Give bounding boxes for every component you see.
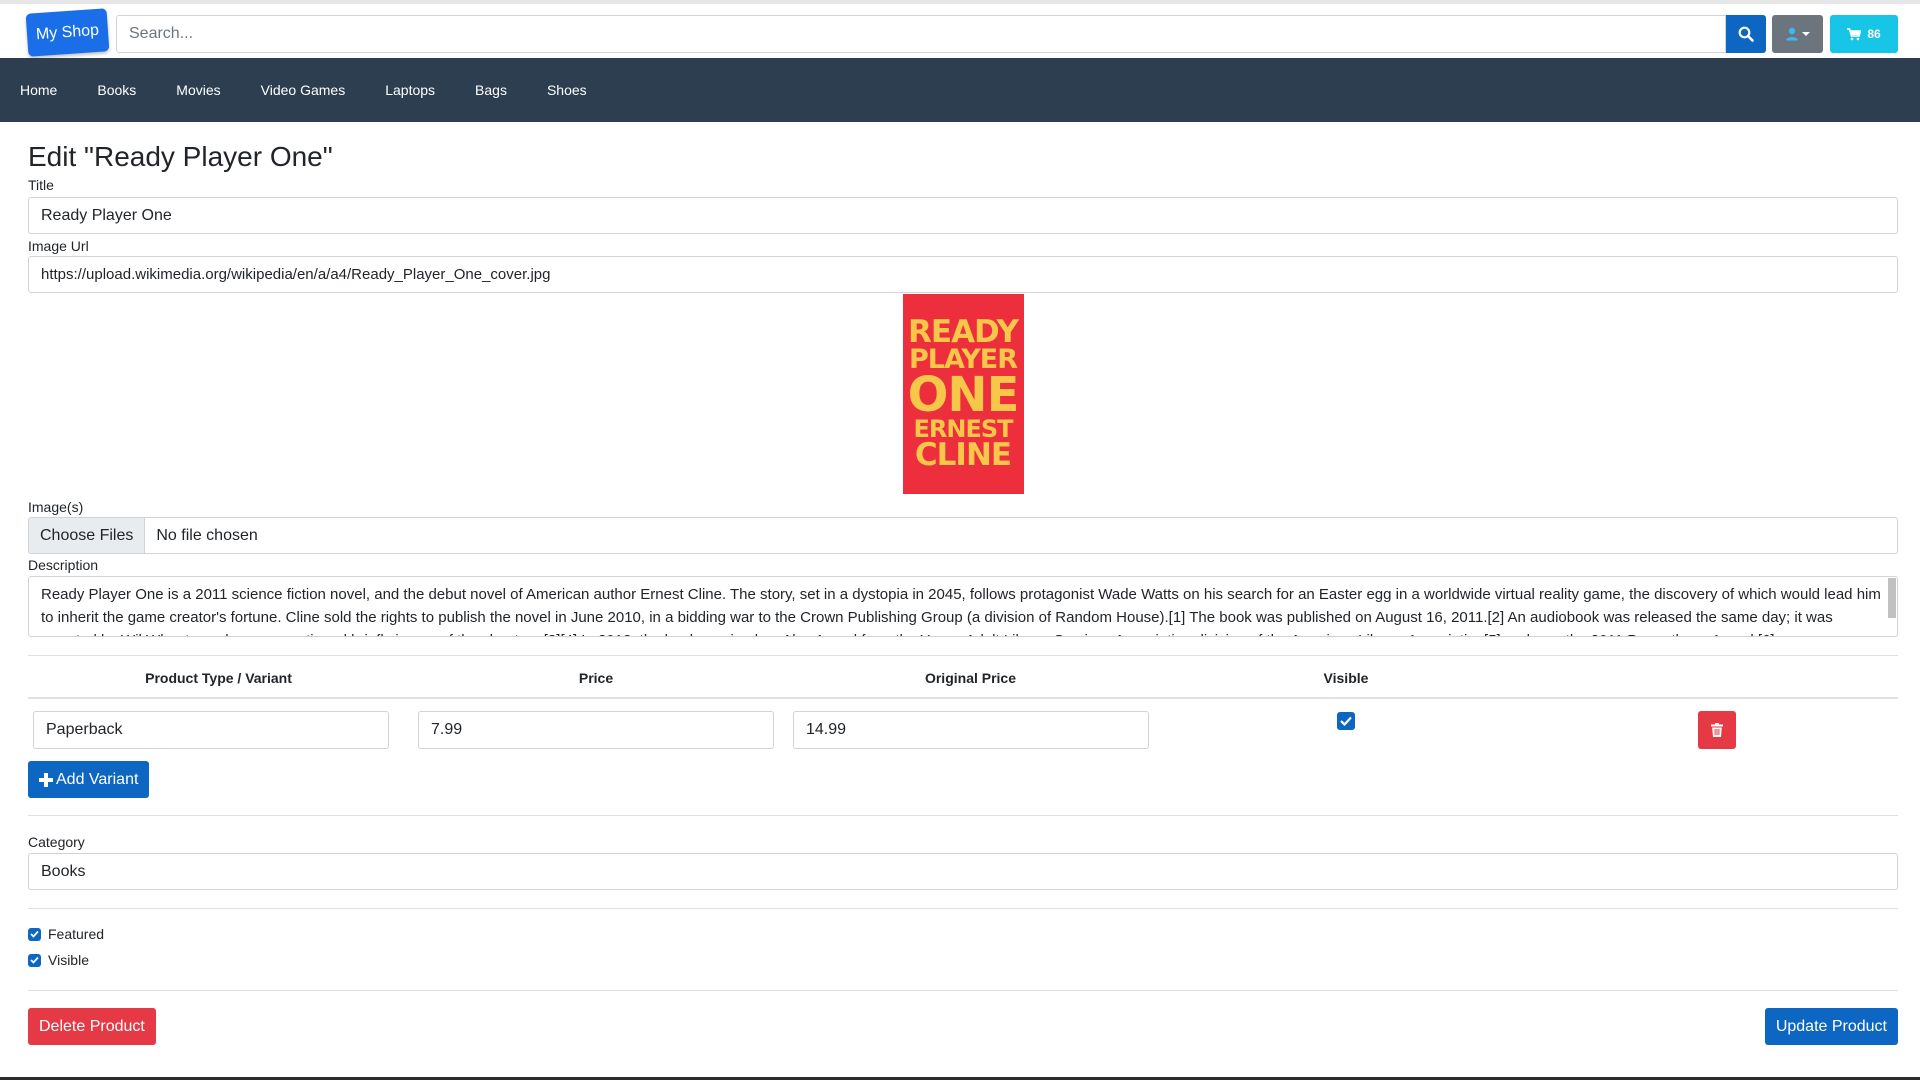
nav-item-home[interactable]: Home	[0, 58, 77, 122]
divider	[28, 990, 1898, 991]
visible-label: Visible	[48, 952, 89, 968]
page-title: Edit "Ready Player One"	[28, 141, 333, 172]
col-header-price: Price	[409, 658, 783, 699]
images-file-input[interactable]: Choose Files No file chosen	[28, 517, 1898, 554]
search-input[interactable]	[116, 15, 1726, 53]
user-icon	[1786, 27, 1798, 41]
brand-logo[interactable]: My Shop	[25, 8, 110, 57]
form-actions: Delete Product Update Product	[28, 1008, 1898, 1045]
cart-icon	[1847, 27, 1862, 40]
file-status: No file chosen	[156, 526, 258, 544]
add-variant-label: Add Variant	[56, 770, 139, 788]
images-label: Image(s)	[28, 499, 84, 515]
edit-product-form: Edit "Ready Player One" Title Ready Play…	[28, 122, 1898, 1045]
chevron-down-icon	[1802, 32, 1810, 36]
plus-icon	[39, 772, 53, 787]
variant-original-price-input[interactable]: 14.99	[793, 710, 1149, 749]
trash-icon	[1711, 722, 1723, 737]
book-cover-image: READY PLAYER ONE ERNEST CLINE	[902, 294, 1024, 494]
top-bar: My Shop 86	[0, 0, 1920, 58]
variant-visible-checkbox[interactable]	[1337, 711, 1355, 730]
divider	[28, 908, 1898, 909]
delete-variant-button[interactable]	[1698, 710, 1736, 749]
col-header-original-price: Original Price	[783, 658, 1158, 699]
category-nav: Home Books Movies Video Games Laptops Ba…	[0, 58, 1920, 122]
search-button[interactable]	[1726, 15, 1766, 53]
nav-item-movies[interactable]: Movies	[156, 58, 240, 122]
description-label: Description	[28, 557, 99, 573]
title-input[interactable]: Ready Player One	[28, 197, 1898, 234]
update-product-button[interactable]: Update Product	[1764, 1008, 1898, 1045]
divider	[28, 815, 1898, 816]
variant-row: Paperback 7.99 14.99	[28, 698, 1898, 760]
check-icon	[30, 956, 39, 964]
col-header-actions	[1534, 658, 1898, 699]
description-textarea[interactable]: Ready Player One is a 2011 science ficti…	[28, 576, 1898, 637]
category-label: Category	[28, 834, 85, 850]
description-text: Ready Player One is a 2011 science ficti…	[41, 586, 1881, 636]
delete-product-button[interactable]: Delete Product	[28, 1008, 156, 1045]
search-icon	[1738, 26, 1754, 42]
visible-checkbox[interactable]	[28, 953, 41, 967]
cart-count: 86	[1867, 27, 1881, 41]
user-menu-button[interactable]	[1772, 15, 1823, 53]
variants-table: Product Type / Variant Price Original Pr…	[28, 658, 1898, 760]
check-icon	[1340, 716, 1352, 726]
variant-price-input[interactable]: 7.99	[418, 710, 774, 749]
cart-button[interactable]: 86	[1830, 15, 1898, 53]
category-select[interactable]: Books	[28, 853, 1898, 890]
divider	[28, 655, 1898, 656]
col-header-variant: Product Type / Variant	[28, 658, 409, 699]
choose-files-button[interactable]: Choose Files	[29, 518, 146, 553]
check-icon	[30, 930, 39, 938]
add-variant-button[interactable]: Add Variant	[28, 761, 150, 798]
nav-item-shoes[interactable]: Shoes	[527, 58, 607, 122]
title-label: Title	[28, 177, 54, 193]
textarea-scrollbar[interactable]	[1888, 578, 1896, 618]
nav-item-bags[interactable]: Bags	[455, 58, 527, 122]
cover-preview: READY PLAYER ONE ERNEST CLINE	[28, 293, 1898, 496]
variant-type-input[interactable]: Paperback	[33, 710, 389, 749]
featured-label: Featured	[48, 926, 105, 942]
nav-item-laptops[interactable]: Laptops	[365, 58, 455, 122]
col-header-visible: Visible	[1158, 658, 1534, 699]
visible-checkbox-row[interactable]: Visible	[28, 947, 1898, 973]
image-url-label: Image Url	[28, 238, 89, 254]
featured-checkbox[interactable]	[28, 927, 41, 941]
nav-item-books[interactable]: Books	[77, 58, 156, 122]
image-url-input[interactable]: https://upload.wikimedia.org/wikipedia/e…	[28, 256, 1898, 293]
nav-item-video-games[interactable]: Video Games	[241, 58, 366, 122]
featured-checkbox-row[interactable]: Featured	[28, 921, 1898, 947]
